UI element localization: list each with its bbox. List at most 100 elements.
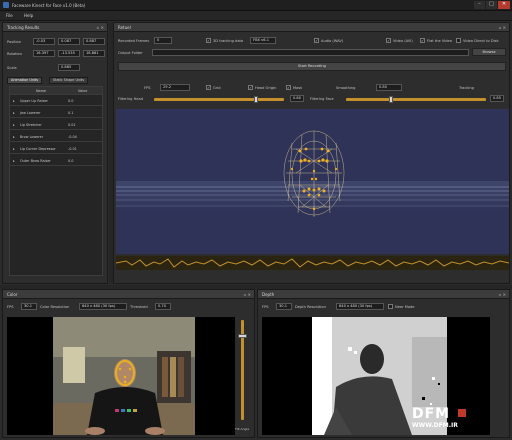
- panel-close-icon[interactable]: ▫ ✕: [499, 23, 506, 32]
- table-row[interactable]: ▸ Outer Brow Raiser 0.0: [10, 156, 102, 166]
- table-row[interactable]: ▸ Brow Lowerer -0.04: [10, 132, 102, 142]
- position-label: Position: [7, 40, 21, 44]
- row-expand-icon[interactable]: ▸: [13, 156, 15, 166]
- row-value: 0.01: [68, 123, 76, 127]
- panel-close-icon[interactable]: ▫ ✕: [97, 23, 104, 32]
- grid-label: Grid: [213, 86, 221, 90]
- table-row[interactable]: ▸ Lip Stretcher 0.01: [10, 120, 102, 130]
- maximize-button[interactable]: □: [486, 1, 497, 9]
- filtering-head-slider-handle[interactable]: [254, 96, 258, 103]
- tracking-format-select[interactable]: FBX v6.1: [250, 37, 276, 44]
- grid-checkbox[interactable]: ✓: [206, 85, 211, 90]
- filtering-head-label: Filtering Head: [118, 97, 143, 101]
- 3d-viewport[interactable]: [116, 109, 509, 254]
- start-recording-button[interactable]: Start Recording: [118, 62, 506, 71]
- near-mode-checkbox[interactable]: [388, 304, 393, 309]
- color-fps-label: FPS: [7, 305, 14, 309]
- depth-resolution-select[interactable]: 640 x 480 (30 fps): [336, 303, 384, 310]
- row-value: -0.01: [68, 147, 77, 151]
- depth-panel: Depth ▫ ✕ FPS 30.1 Depth Resolution 640 x…: [257, 289, 510, 438]
- color-panel-title: Color ▫ ✕: [3, 290, 254, 299]
- filtering-head-slider[interactable]: [154, 98, 284, 101]
- row-expand-icon[interactable]: ▸: [13, 120, 15, 130]
- mask-checkbox[interactable]: ✓: [286, 85, 291, 90]
- color-camera-image: [53, 317, 195, 435]
- head-origin-checkbox[interactable]: ✓: [248, 85, 253, 90]
- position-x-field[interactable]: -0.03: [33, 38, 55, 45]
- ground-grid: [116, 181, 509, 211]
- table-row[interactable]: ▸ Upper Lip Raiser 0.0: [10, 96, 102, 106]
- row-expand-icon[interactable]: ▸: [13, 108, 15, 118]
- row-name: Outer Brow Raiser: [20, 159, 51, 163]
- watermark-logo: DFM WWW.DFM.IR: [412, 407, 486, 433]
- row-expand-icon[interactable]: ▸: [13, 144, 15, 154]
- panel-close-icon[interactable]: ▫ ✕: [499, 290, 506, 299]
- minimize-button[interactable]: –: [474, 1, 485, 9]
- close-button[interactable]: ✕: [498, 1, 510, 9]
- depth-panel-title: Depth ▫ ✕: [258, 290, 509, 299]
- threshold-label: Threshold: [130, 305, 148, 309]
- scale-field[interactable]: 0.885: [58, 64, 80, 71]
- fps-label: FPS: [144, 86, 151, 90]
- fps-field: 29.2: [160, 84, 190, 91]
- row-expand-icon[interactable]: ▸: [13, 132, 15, 142]
- rotation-y-field[interactable]: -13.535: [58, 50, 80, 57]
- output-folder-label: Output Folder: [118, 51, 143, 55]
- filtering-head-value[interactable]: 0.80: [290, 95, 304, 102]
- row-expand-icon[interactable]: ▸: [13, 96, 15, 106]
- rotation-x-field[interactable]: 16.397: [33, 50, 55, 57]
- filtering-face-value[interactable]: 0.85: [490, 95, 504, 102]
- table-row[interactable]: ▸ Lip Corner Depressor -0.01: [10, 144, 102, 154]
- recorded-frames-field[interactable]: 0: [154, 37, 172, 44]
- main-panel-title: Retuel ▫ ✕: [114, 23, 509, 32]
- watermark-logo-mark: [458, 409, 466, 417]
- smoothing-field[interactable]: 0.85: [376, 84, 402, 91]
- position-y-field[interactable]: 0.087: [58, 38, 80, 45]
- window-title: Faceware Kinect for Face v1.0 (Beta): [12, 3, 86, 8]
- animation-units-table: Name Value ▸ Upper Lip Raiser 0.0 ▸ Jaw …: [9, 86, 103, 276]
- audio-checkbox[interactable]: ✓: [314, 38, 319, 43]
- filtering-face-slider[interactable]: [346, 98, 486, 101]
- depth-fps-field: 30.1: [276, 303, 292, 310]
- row-name: Lip Stretcher: [20, 123, 42, 127]
- tilt-angle-label: Tilt Angle: [235, 427, 250, 431]
- row-name: Lip Corner Depressor: [20, 147, 56, 151]
- rotation-label: Rotation: [7, 52, 23, 56]
- threshold-field[interactable]: 0.70: [155, 303, 171, 310]
- position-z-field[interactable]: 0.887: [83, 38, 105, 45]
- head-origin-label: Head Origin: [255, 86, 277, 90]
- rotation-z-field[interactable]: 18.861: [83, 50, 105, 57]
- near-mode-label: Near Mode: [395, 305, 415, 309]
- video-direct-label: Video Direct to Disk: [463, 39, 499, 43]
- color-resolution-select[interactable]: 640 x 480 (30 fps): [79, 303, 127, 310]
- menu-file[interactable]: File: [6, 11, 13, 21]
- tab-static-shape-units[interactable]: Static Shape Units: [49, 77, 89, 84]
- panel-close-icon[interactable]: ▫ ✕: [244, 290, 251, 299]
- color-panel: Color ▫ ✕ FPS 30.1 Color Resolution 640 x…: [2, 289, 255, 438]
- menu-help[interactable]: Help: [24, 11, 33, 21]
- column-header-name: Name: [36, 89, 47, 93]
- save-tracking-label: 3D tracking data: [213, 39, 244, 43]
- save-tracking-checkbox[interactable]: ✓: [206, 38, 211, 43]
- video-direct-checkbox[interactable]: [456, 38, 461, 43]
- watermark-logo-text: DFM: [412, 406, 451, 422]
- filtering-face-slider-handle[interactable]: [389, 96, 393, 103]
- window-title-bar: Faceware Kinect for Face v1.0 (Beta) – □…: [0, 0, 512, 11]
- flat-video-checkbox[interactable]: ✓: [420, 38, 425, 43]
- color-resolution-label: Color Resolution: [40, 305, 70, 309]
- row-name: Upper Lip Raiser: [20, 99, 48, 103]
- browse-button[interactable]: Browse: [472, 48, 506, 56]
- tracking-results-title: Tracking Results ▫ ✕: [3, 23, 107, 32]
- waveform-graphic: [116, 258, 509, 268]
- output-folder-field[interactable]: [152, 49, 469, 56]
- row-value: 0.1: [68, 111, 74, 115]
- tilt-slider-handle[interactable]: [238, 334, 247, 338]
- filtering-face-label: Filtering Face: [310, 97, 334, 101]
- table-row[interactable]: ▸ Jaw Lowerer 0.1: [10, 108, 102, 118]
- flat-video-label: Flat the Video: [427, 39, 452, 43]
- tab-animation-units[interactable]: Animation Units: [7, 77, 43, 84]
- video-checkbox[interactable]: ✓: [386, 38, 391, 43]
- smoothing-label: Smoothing: [336, 86, 356, 90]
- audio-waveform[interactable]: [116, 256, 509, 270]
- depth-camera-feed: DFM WWW.DFM.IR: [262, 317, 490, 435]
